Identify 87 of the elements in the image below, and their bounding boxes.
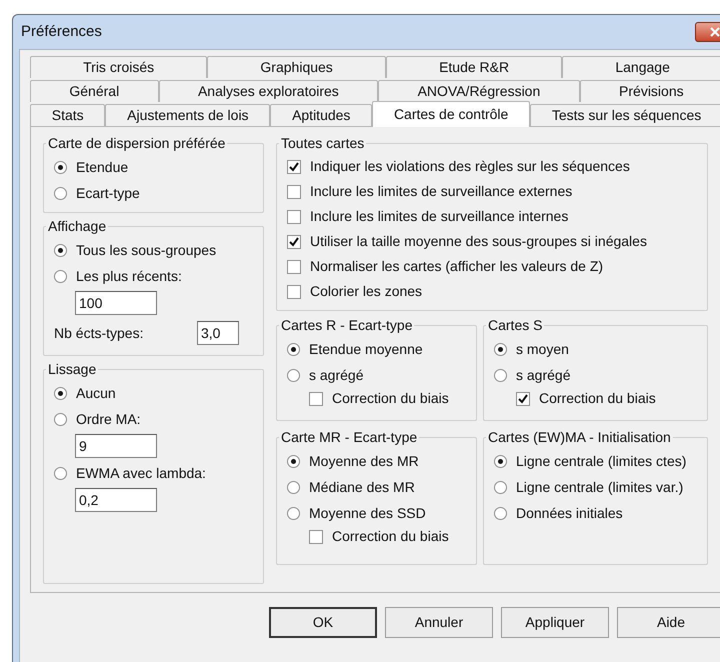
radio-label: s agrégé xyxy=(516,366,570,385)
tab[interactable]: Langage xyxy=(562,56,720,78)
number-field[interactable]: 0,2 xyxy=(75,488,157,512)
checkbox-label: Correction du biais xyxy=(539,389,656,408)
tab[interactable]: Stats xyxy=(30,104,106,126)
tab[interactable]: ANOVA/Régression xyxy=(378,80,580,102)
radio-button[interactable] xyxy=(287,506,300,520)
radio-label: Etendue moyenne xyxy=(309,340,423,359)
group-title: Carte de dispersion préférée xyxy=(47,134,226,153)
dialog-button[interactable]: Aide xyxy=(617,607,720,638)
radio-label: Les plus récents: xyxy=(76,266,182,286)
radio-button[interactable] xyxy=(287,454,300,468)
radio-button[interactable] xyxy=(54,386,67,400)
radio-button[interactable] xyxy=(54,270,67,282)
checkbox-label: Correction du biais xyxy=(332,527,449,546)
checkbox[interactable] xyxy=(309,530,323,544)
checkbox[interactable] xyxy=(287,260,301,274)
tab[interactable]: Analyses exploratoires xyxy=(158,80,378,102)
tab[interactable]: Ajustements de lois xyxy=(105,104,270,126)
tab[interactable]: Tests sur les séquences xyxy=(530,104,720,126)
radio-label: Aucun xyxy=(76,384,116,402)
tab[interactable]: Etude R&R xyxy=(386,56,562,78)
checkbox-label: Inclure les limites de surveillance internes xyxy=(310,207,568,226)
checkbox-label: Correction du biais xyxy=(332,389,449,408)
radio-label: s agrégé xyxy=(309,366,364,385)
checkbox-label: Colorier les zones xyxy=(310,282,422,301)
radio-label: Moyenne des SSD xyxy=(309,504,426,523)
checkbox-label: Normaliser les cartes (afficher les valeurs de Z) xyxy=(310,257,604,276)
radio-button[interactable] xyxy=(287,368,300,382)
number-field[interactable]: 100 xyxy=(75,291,157,315)
checkmark-icon xyxy=(289,162,299,172)
field-label: Nb écts-types: xyxy=(54,324,144,343)
group-title: Affichage xyxy=(47,217,108,236)
tab[interactable]: Général xyxy=(30,80,159,102)
checkbox[interactable] xyxy=(309,392,323,406)
group-title: Cartes R - Ecart-type xyxy=(280,316,414,335)
radio-button[interactable] xyxy=(54,244,67,256)
group-title: Cartes S xyxy=(487,316,544,335)
radio-label: Ecart-type xyxy=(76,184,140,203)
number-field[interactable]: 9 xyxy=(75,434,157,458)
checkbox[interactable] xyxy=(287,234,301,248)
number-field[interactable]: 3,0 xyxy=(197,321,239,345)
radio-label: Moyenne des MR xyxy=(309,452,419,471)
radio-label: Données initiales xyxy=(516,504,623,522)
checkbox-label: Indiquer les violations des règles sur les séquences xyxy=(310,157,630,176)
group-title: Lissage xyxy=(47,360,98,379)
radio-button[interactable] xyxy=(494,368,507,382)
radio-button[interactable] xyxy=(494,454,507,468)
checkbox[interactable] xyxy=(287,284,301,298)
radio-button[interactable] xyxy=(287,480,300,494)
dialog-button[interactable]: Annuler xyxy=(385,607,493,638)
tab[interactable]: Graphiques xyxy=(207,56,386,78)
close-icon xyxy=(710,27,720,37)
group-title: Cartes (EW)MA - Initialisation xyxy=(487,428,672,447)
radio-label: Médiane des MR xyxy=(309,478,415,496)
dialog-button[interactable]: Appliquer xyxy=(501,607,609,638)
radio-button[interactable] xyxy=(54,160,67,174)
tab[interactable]: Tris croisés xyxy=(30,56,208,78)
dialog-button[interactable]: OK xyxy=(269,607,377,638)
checkbox[interactable] xyxy=(516,392,530,406)
window-title: Préférences xyxy=(21,22,102,42)
radio-label: s moyen xyxy=(516,340,569,359)
checkbox-label: Inclure les limites de surveillance externes xyxy=(310,182,572,201)
radio-label: Tous les sous-groupes xyxy=(76,240,216,260)
tab[interactable]: Aptitudes xyxy=(270,104,372,126)
radio-button[interactable] xyxy=(287,342,300,356)
radio-button[interactable] xyxy=(54,412,67,426)
tab[interactable]: Cartes de contrôle xyxy=(372,101,530,127)
radio-label: Ordre MA: xyxy=(76,410,141,428)
radio-button[interactable] xyxy=(494,506,507,520)
checkbox[interactable] xyxy=(287,184,301,198)
radio-label: Ligne centrale (limites ctes) xyxy=(516,452,686,471)
checkbox-label: Utiliser la taille moyenne des sous-groupes si inégales xyxy=(310,232,647,251)
radio-button[interactable] xyxy=(54,186,67,200)
checkbox[interactable] xyxy=(287,210,301,224)
radio-button[interactable] xyxy=(494,480,507,494)
checkbox[interactable] xyxy=(287,160,301,174)
checkmark-icon xyxy=(518,394,528,404)
tab[interactable]: Prévisions xyxy=(580,80,720,102)
group-title: Carte MR - Ecart-type xyxy=(280,428,418,447)
group-title: Toutes cartes xyxy=(280,134,366,153)
radio-label: Etendue xyxy=(76,158,128,176)
radio-button[interactable] xyxy=(494,342,507,356)
radio-label: EWMA avec lambda: xyxy=(76,464,206,482)
radio-button[interactable] xyxy=(54,466,67,480)
checkmark-icon xyxy=(289,236,299,246)
radio-label: Ligne centrale (limites var.) xyxy=(516,478,684,497)
